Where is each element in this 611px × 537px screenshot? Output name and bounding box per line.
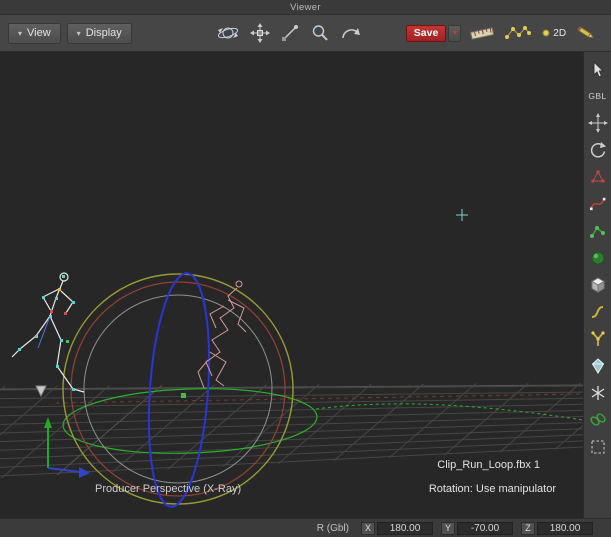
sphere-icon <box>591 251 604 264</box>
toolbar: ▾ View ▾ Display Save ▼ 2D <box>0 15 611 52</box>
translate-icon <box>587 112 608 133</box>
gem-icon <box>591 357 604 374</box>
link-tool-button[interactable] <box>586 408 610 431</box>
save-button[interactable]: Save <box>405 24 447 42</box>
ik-chain-icon <box>589 225 605 238</box>
snap-tool-button[interactable] <box>586 381 610 404</box>
cube-icon <box>590 276 605 293</box>
bones-tool-button[interactable] <box>586 327 610 350</box>
cursor-arrow-icon <box>593 60 604 78</box>
ghost-skeleton <box>197 280 247 389</box>
title-bar: Viewer <box>0 0 611 15</box>
pivot-point <box>181 393 186 398</box>
scale-icon <box>591 170 604 182</box>
chevron-down-icon: ▼ <box>451 29 459 37</box>
keyframe-zigzag-icon <box>505 26 532 39</box>
transform-mode-label: R (Gbl) <box>316 522 349 534</box>
bones-icon <box>590 330 605 346</box>
spline-tool-button[interactable] <box>586 300 610 323</box>
ruler-icon <box>470 27 495 40</box>
display-menu-button[interactable]: ▾ Display <box>66 22 132 44</box>
axis-z-value[interactable]: 180.00 <box>537 521 593 535</box>
status-bar: R (Gbl) X 180.00 Y -70.00 Z 180.00 <box>0 518 611 537</box>
rotate-icon <box>590 141 606 157</box>
rotation-mode-label: Rotation: Use manipulator <box>429 483 557 495</box>
chevron-down-icon: ▾ <box>18 28 23 38</box>
joint-markers <box>18 275 75 391</box>
scale-tool-button[interactable] <box>586 165 610 188</box>
axis-field-x: X 180.00 <box>361 521 433 535</box>
axis-x-label: X <box>361 521 375 535</box>
pan-tool-button[interactable] <box>248 21 272 45</box>
arc-rotate-tool-button[interactable] <box>338 21 364 45</box>
chain-link-icon <box>589 412 606 426</box>
view-menu-label: View <box>27 27 51 39</box>
axis-y-label: Y <box>441 521 455 535</box>
camera-label: Producer Perspective (X-Ray) <box>95 483 241 495</box>
orbit-tool-button[interactable] <box>214 21 242 45</box>
save-dropdown-button[interactable]: ▼ <box>448 24 462 42</box>
key-dot-icon <box>542 29 550 37</box>
viewer-window: Viewer ▾ View ▾ Display Save ▼ 2D Produc… <box>0 0 611 537</box>
gbl-label: GBL <box>588 90 607 101</box>
view-menu-button[interactable]: ▾ View <box>8 22 61 44</box>
axis-z-label: Z <box>521 521 535 535</box>
crosshair-cursor <box>456 209 468 221</box>
global-local-toggle[interactable]: GBL <box>586 84 610 107</box>
2d-display-label: 2D <box>553 27 567 39</box>
sphere-tool-button[interactable] <box>586 246 610 269</box>
character-skeleton[interactable] <box>11 272 85 393</box>
line-tool-icon <box>281 25 298 41</box>
ground-marker <box>35 385 47 398</box>
ik-tool-button[interactable] <box>586 219 610 242</box>
marquee-icon <box>591 440 604 453</box>
spline-icon <box>591 305 603 318</box>
rotate-tool-button[interactable] <box>586 138 610 161</box>
snowflake-icon <box>591 385 604 400</box>
viewport-canvas[interactable]: Producer Perspective (X-Ray) Clip_Run_Lo… <box>0 52 583 518</box>
draw-button[interactable] <box>574 21 598 45</box>
fcurve-tool-button[interactable] <box>586 192 610 215</box>
select-tool-button[interactable] <box>586 57 610 80</box>
main-area: Producer Perspective (X-Ray) Clip_Run_Lo… <box>0 52 611 518</box>
clip-label: Clip_Run_Loop.fbx 1 <box>437 459 540 471</box>
curve-icon <box>589 197 605 210</box>
chevron-down-icon: ▾ <box>76 28 81 38</box>
axis-x-value[interactable]: 180.00 <box>377 521 433 535</box>
axis-field-z: Z 180.00 <box>521 521 593 535</box>
cube-tool-button[interactable] <box>586 273 610 296</box>
arc-arrow-icon <box>341 28 360 39</box>
axis-field-y: Y -70.00 <box>441 521 513 535</box>
measure-tool-button[interactable] <box>278 21 302 45</box>
translate-tool-button[interactable] <box>586 111 610 134</box>
floor-grid <box>0 383 583 478</box>
ruler-button[interactable] <box>467 21 497 45</box>
axis-y-value[interactable]: -70.00 <box>457 521 513 535</box>
right-tool-column: GBL <box>583 52 611 518</box>
marquee-tool-button[interactable] <box>586 435 610 458</box>
keyframes-button[interactable] <box>503 21 533 45</box>
viewport[interactable]: Producer Perspective (X-Ray) Clip_Run_Lo… <box>0 52 583 518</box>
display-menu-label: Display <box>85 27 122 39</box>
orbit-icon <box>217 27 238 39</box>
pencil-icon <box>577 26 595 39</box>
window-title: Viewer <box>290 1 321 13</box>
pan-icon <box>249 23 270 43</box>
zoom-tool-button[interactable] <box>308 21 332 45</box>
gem-tool-button[interactable] <box>586 354 610 377</box>
2d-display-button[interactable]: 2D <box>539 21 568 45</box>
magnifier-icon <box>312 25 328 41</box>
